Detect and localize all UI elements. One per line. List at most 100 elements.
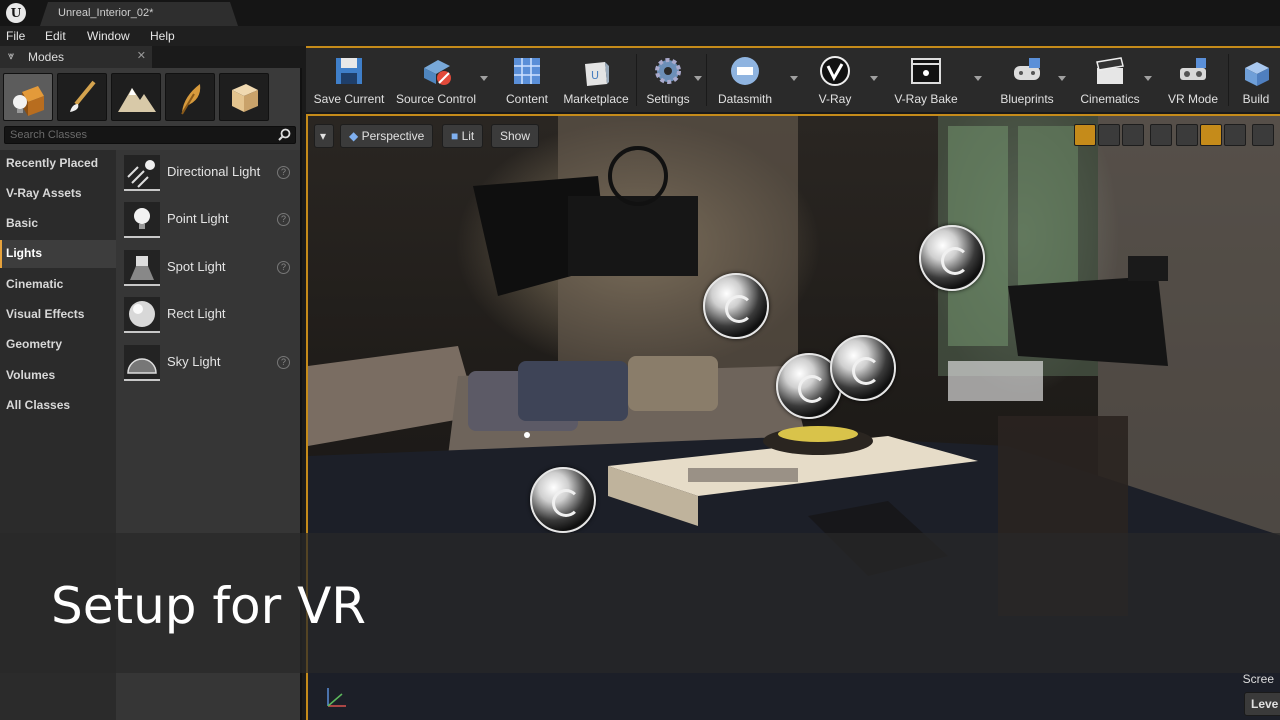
help-icon[interactable]: ? [277,356,290,369]
lit-mode-button[interactable]: ■ Lit [442,124,484,148]
point-light-sprite[interactable] [703,273,769,339]
marketplace-label: Marketplace [563,92,629,106]
vray-logo-icon [820,56,850,86]
grid-snap-icon[interactable] [1200,124,1222,146]
list-item-directional-light[interactable]: Directional Light ? [124,152,296,194]
source-control-icon [424,60,451,85]
show-button[interactable]: Show [491,124,540,148]
modes-tab[interactable]: ⩔ Modes ✕ [0,46,152,68]
modes-tab-label: Modes [28,50,65,64]
chevron-down-icon[interactable] [694,76,702,81]
help-icon[interactable]: ? [277,261,290,274]
datasmith-button[interactable]: Datasmith [710,48,780,112]
world-local-icon[interactable] [1150,124,1172,146]
perspective-button[interactable]: ◆ Perspective [340,124,434,148]
point-light-sprite[interactable] [530,467,596,533]
blueprints-button[interactable]: Blueprints [990,48,1064,112]
foliage-leaf-icon [181,84,201,115]
landscape-mode-button[interactable] [111,73,161,121]
lit-sphere-icon: ■ [451,129,462,143]
rotate-mode-icon[interactable] [1098,124,1120,146]
place-mode-button[interactable] [3,73,53,121]
help-icon[interactable]: ? [277,213,290,226]
unreal-logo-icon[interactable]: U [6,3,26,23]
spot-light-icon [124,250,160,286]
chevron-down-icon[interactable] [870,76,878,81]
level-button[interactable]: Leve [1244,692,1280,716]
list-item-point-light[interactable]: Point Light ? [124,199,296,241]
cinematics-label: Cinematics [1080,92,1140,106]
rect-light-icon [124,297,160,333]
foliage-mode-button[interactable] [165,73,215,121]
svg-text:U: U [591,69,599,82]
vray-bake-button[interactable]: V-Ray Bake [886,48,966,112]
paint-mode-button[interactable] [57,73,107,121]
level-tab-label: Unreal_Interior_02* [58,7,154,19]
list-item-sky-light[interactable]: Sky Light ? [124,342,296,384]
screen-percentage-label: Scree [1242,672,1274,686]
point-light-label: Point Light [167,211,229,226]
rect-light-label: Rect Light [167,306,226,321]
level-tab[interactable]: Unreal_Interior_02* [40,2,238,26]
viewport-options-button[interactable]: ▾ [314,124,334,148]
chevron-down-icon[interactable] [480,76,488,81]
toolbar-divider [706,54,707,106]
chevron-down-icon[interactable] [790,76,798,81]
warning-icon[interactable] [1252,124,1274,146]
vray-button[interactable]: V-Ray [802,48,868,112]
vr-mode-button[interactable]: VR Mode [1158,48,1228,112]
category-visual-effects[interactable]: Visual Effects [0,301,116,329]
caption-title: Setup for VR [51,577,367,635]
cinematics-button[interactable]: Cinematics [1072,48,1148,112]
datasmith-label: Datasmith [717,92,773,106]
perspective-cube-icon: ◆ [349,129,362,143]
category-volumes[interactable]: Volumes [0,362,116,390]
grid-size-icon[interactable] [1224,124,1246,146]
translate-mode-icon[interactable] [1074,124,1096,146]
settings-gear-icon [655,58,681,84]
category-cinematic[interactable]: Cinematic [0,271,116,299]
chevron-down-icon[interactable] [1058,76,1066,81]
vray-label: V-Ray [818,92,852,106]
build-label: Build [1242,92,1270,106]
menu-help[interactable]: Help [150,29,175,43]
toolbar-divider [636,54,637,106]
search-classes-input[interactable]: Search Classes [4,126,296,144]
geometry-cube-icon [232,84,258,112]
point-light-sprite[interactable] [830,335,896,401]
point-light-icon [124,202,160,238]
list-item-rect-light[interactable]: Rect Light [124,294,296,336]
build-button[interactable]: Build [1232,48,1280,112]
geometry-mode-button[interactable] [219,73,269,121]
category-recently-placed[interactable]: Recently Placed [0,150,116,178]
lit-label: Lit [461,129,475,143]
sky-light-label: Sky Light [167,354,221,369]
close-icon[interactable]: ✕ [137,49,146,62]
chevron-down-icon[interactable] [974,76,982,81]
surface-snap-icon[interactable] [1176,124,1198,146]
help-icon[interactable]: ? [277,166,290,179]
menu-window[interactable]: Window [87,29,130,43]
menu-edit[interactable]: Edit [45,29,66,43]
scale-mode-icon[interactable] [1122,124,1144,146]
content-button[interactable]: Content [496,48,558,112]
save-current-button[interactable]: Save Current [308,48,390,112]
build-blocks-icon [1245,62,1269,86]
list-item-spot-light[interactable]: Spot Light ? [124,247,296,289]
point-light-sprite[interactable] [919,225,985,291]
category-vray-assets[interactable]: V-Ray Assets [0,180,116,208]
settings-button[interactable]: Settings [640,48,696,112]
source-control-button[interactable]: Source Control [394,48,478,112]
marketplace-button[interactable]: U Marketplace [560,48,632,112]
menu-bar: File Edit Window Help [0,26,1280,46]
chevron-down-icon[interactable] [1144,76,1152,81]
category-lights[interactable]: Lights [0,240,116,268]
category-basic[interactable]: Basic [0,210,116,238]
menu-file[interactable]: File [6,29,25,43]
level-label: Leve [1251,697,1279,711]
sky-light-icon [124,345,160,381]
vr-mode-label: VR Mode [1167,92,1219,106]
search-icon[interactable] [278,128,291,141]
category-all-classes[interactable]: All Classes [0,392,116,420]
category-geometry[interactable]: Geometry [0,331,116,359]
